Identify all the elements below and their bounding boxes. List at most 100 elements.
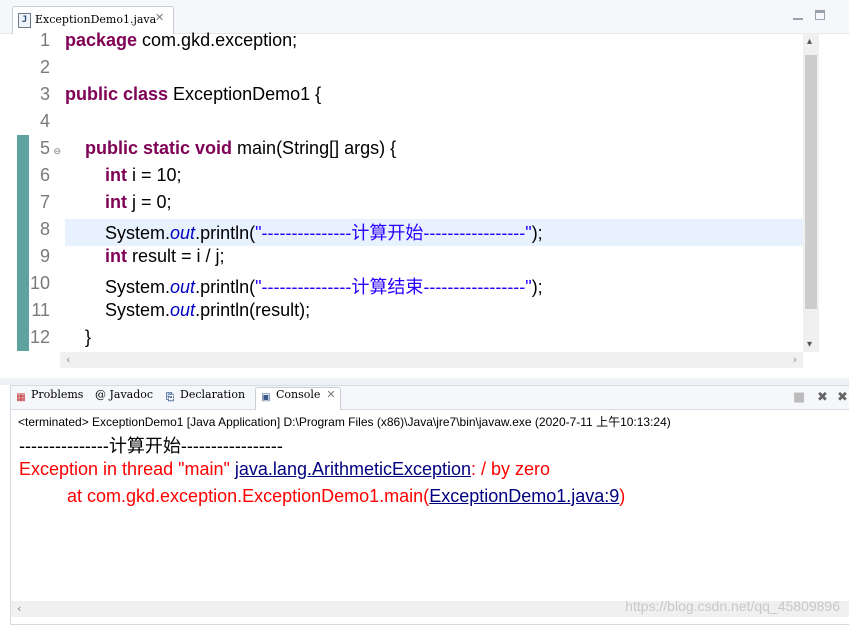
- problems-icon: ▦: [16, 392, 26, 403]
- remove-all-icon[interactable]: ✖: [837, 390, 848, 405]
- code-text: result = i / j;: [127, 246, 225, 266]
- keyword: int: [105, 165, 128, 185]
- scroll-left-icon[interactable]: ‹: [66, 353, 70, 366]
- code-text: i = 10;: [127, 165, 182, 185]
- watermark: https://blog.csdn.net/qq_45809896: [625, 598, 840, 614]
- code-text: .println(: [195, 277, 256, 297]
- code-text: }: [85, 327, 92, 347]
- scroll-up-icon[interactable]: ▴: [807, 36, 812, 47]
- line-number: 9: [39, 246, 50, 266]
- code-text: j = 0;: [127, 192, 172, 212]
- console-error-line: Exception in thread "main" java.lang.Ari…: [19, 459, 839, 486]
- code-line: System.out.println(result);: [65, 300, 803, 327]
- console-status: <terminated> ExceptionDemo1 [Java Applic…: [18, 415, 671, 429]
- java-file-icon: J: [18, 13, 31, 28]
- line-number: 12: [29, 327, 50, 347]
- code-line: int j = 0;: [65, 192, 803, 219]
- line-number: 11: [31, 300, 50, 320]
- keyword: package: [65, 30, 138, 50]
- scroll-down-icon[interactable]: ▾: [807, 339, 812, 350]
- string-literal: "---------------计算开始-----------------": [255, 223, 532, 243]
- editor-horizontal-scrollbar[interactable]: ‹ ›: [60, 352, 803, 368]
- tab-label: @ Javadoc: [95, 388, 154, 401]
- scroll-right-icon[interactable]: ›: [793, 353, 797, 366]
- static-field: out: [170, 300, 196, 320]
- console-line: ---------------计算开始-----------------: [19, 436, 283, 456]
- error-text: ): [619, 486, 626, 506]
- line-number: 7: [39, 192, 50, 212]
- console-output[interactable]: ---------------计算开始----------------- Exc…: [19, 432, 839, 513]
- error-text: Exception in thread "main": [19, 459, 235, 479]
- source-link[interactable]: ExceptionDemo1.java:9: [429, 486, 619, 506]
- keyword: public class: [65, 84, 169, 104]
- exception-link[interactable]: java.lang.ArithmeticException: [235, 459, 471, 479]
- scrollbar-thumb[interactable]: [805, 55, 817, 309]
- line-number-ruler: 1 2 3 4 5 ⊖ 6 7 8 9 10 11 12: [20, 30, 61, 354]
- code-line: public static void main(String[] args) {: [65, 138, 803, 165]
- console-stack-line: at com.gkd.exception.ExceptionDemo1.main…: [19, 486, 839, 513]
- line-number-folding: 5 ⊖: [20, 138, 61, 165]
- code-area[interactable]: package com.gkd.exception; public class …: [65, 30, 803, 354]
- pane-divider[interactable]: [0, 378, 849, 385]
- keyword: public static void: [85, 138, 233, 158]
- editor-tab-label: ExceptionDemo1.java: [35, 13, 157, 26]
- line-number: 2: [39, 57, 50, 77]
- maximize-icon[interactable]: [815, 10, 825, 20]
- code-editor[interactable]: J ExceptionDemo1.java ✕ 1 2 3 4 5 ⊖ 6 7 8…: [0, 0, 849, 378]
- keyword: int: [105, 192, 128, 212]
- static-field: out: [170, 277, 196, 297]
- code-text: .println(: [195, 223, 256, 243]
- line-number: 10: [29, 273, 50, 293]
- code-text: );: [531, 277, 543, 297]
- line-number: 3: [39, 84, 50, 104]
- code-text: System.: [105, 223, 171, 243]
- close-tab-icon[interactable]: ✕: [155, 11, 164, 24]
- tab-problems[interactable]: ▦ Problems: [15, 388, 83, 408]
- scroll-left-icon[interactable]: ‹: [17, 602, 21, 615]
- code-line-current: System.out.println("---------------计算开始-…: [65, 219, 803, 246]
- line-number: 1: [39, 30, 50, 50]
- minimize-icon[interactable]: [793, 10, 803, 20]
- keyword: int: [105, 246, 128, 266]
- line-number: 5: [39, 138, 50, 158]
- stop-icon[interactable]: ■: [793, 390, 805, 405]
- tab-console[interactable]: ▣ Console ✕: [255, 387, 341, 410]
- code-line: int i = 10;: [65, 165, 803, 192]
- line-number: 8: [39, 219, 50, 239]
- console-panel: ▦ Problems @ Javadoc ⎘ Declaration ▣ Consol…: [10, 385, 849, 625]
- declaration-icon: ⎘: [166, 392, 174, 403]
- remove-launch-icon[interactable]: ✖: [817, 390, 828, 405]
- collapse-icon[interactable]: ⊖: [53, 147, 61, 157]
- string-literal: "---------------计算结束-----------------": [255, 277, 532, 297]
- code-line: int result = i / j;: [65, 246, 803, 273]
- tab-label: Problems: [31, 388, 84, 401]
- tab-declaration[interactable]: ⎘ Declaration: [164, 388, 245, 408]
- code-line: }: [65, 327, 803, 354]
- code-text: .println(result);: [195, 300, 311, 320]
- line-number: 6: [39, 165, 50, 185]
- code-line: package com.gkd.exception;: [65, 30, 803, 57]
- code-text: com.gkd.exception;: [137, 30, 298, 50]
- code-text: );: [531, 223, 543, 243]
- error-text: : / by zero: [471, 459, 551, 479]
- code-text: System.: [105, 300, 171, 320]
- line-number: 4: [39, 111, 50, 131]
- close-tab-icon[interactable]: ✕: [326, 388, 335, 401]
- editor-tab-bar: J ExceptionDemo1.java ✕: [0, 0, 849, 34]
- tab-label: Declaration: [180, 388, 246, 401]
- static-field: out: [170, 223, 196, 243]
- error-text: at com.gkd.exception.ExceptionDemo1.main…: [67, 486, 430, 506]
- tab-label: Console: [276, 388, 321, 401]
- tab-javadoc[interactable]: @ Javadoc: [95, 388, 153, 408]
- code-text: System.: [105, 277, 171, 297]
- editor-vertical-scrollbar[interactable]: ▴ ▾: [803, 33, 819, 352]
